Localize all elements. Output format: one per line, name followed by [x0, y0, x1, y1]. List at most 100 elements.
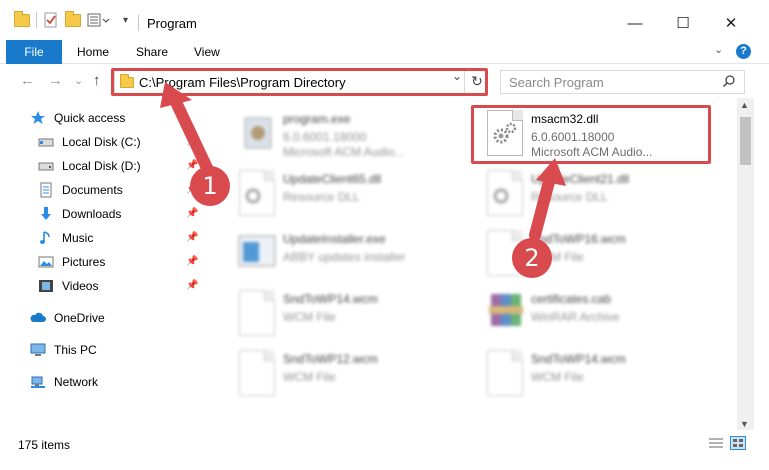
- search-box[interactable]: Search Program: [500, 70, 745, 94]
- minimize-button[interactable]: —: [612, 8, 658, 38]
- sidebar-item-label: Music: [62, 231, 94, 245]
- file-type: Resource DLL: [283, 190, 360, 204]
- scroll-up-icon[interactable]: ▲: [740, 100, 749, 110]
- file-item[interactable]: certificates.cab WinRAR Archive: [473, 284, 723, 340]
- cloud-icon: [30, 310, 46, 326]
- close-button[interactable]: ✕: [708, 8, 754, 38]
- file-item[interactable]: UpdateInstaller.exe ABBY updates install…: [225, 224, 475, 280]
- file-icon: [235, 288, 279, 338]
- status-bar: 175 items: [0, 432, 769, 470]
- sidebar-item-label: This PC: [54, 343, 97, 357]
- sidebar-item-label: Local Disk (D:): [62, 159, 141, 173]
- file-type: WCM File: [283, 370, 336, 384]
- tab-view[interactable]: View: [194, 45, 220, 59]
- sidebar-item-music[interactable]: Music: [38, 227, 93, 249]
- address-dropdown-icon[interactable]: ⌄: [452, 69, 462, 83]
- drive-icon: [38, 158, 54, 174]
- search-icon: [722, 74, 736, 91]
- sidebar-item-local-disk-c[interactable]: Local Disk (C:): [38, 131, 141, 153]
- file-item[interactable]: UpdateClient21.dll Resource DLL: [473, 164, 723, 220]
- folder-icon: [14, 10, 30, 27]
- properties-icon[interactable]: [43, 12, 59, 28]
- file-version: 6.0.6001.18000: [283, 130, 367, 144]
- window-title: Program: [147, 16, 197, 31]
- file-type: WinRAR Archive: [531, 310, 620, 324]
- scrollbar-thumb[interactable]: [740, 117, 751, 165]
- file-item[interactable]: SndToWP12.wcm WCM File: [225, 344, 475, 400]
- file-name: msacm32.dll: [531, 112, 599, 126]
- back-button[interactable]: ←: [20, 72, 35, 89]
- file-item[interactable]: UpdateClient65.dll Resource DLL: [225, 164, 475, 220]
- network-icon: [30, 374, 46, 390]
- downloads-icon: [38, 206, 54, 222]
- sidebar-item-pictures[interactable]: Pictures: [38, 251, 105, 273]
- file-type: WCM File: [531, 370, 584, 384]
- tab-share[interactable]: Share: [136, 45, 168, 59]
- large-icons-view-icon[interactable]: [730, 436, 746, 450]
- address-bar[interactable]: C:\Program Files\Program Directory: [114, 70, 465, 94]
- sidebar-item-label: Local Disk (C:): [62, 135, 141, 149]
- file-item[interactable]: program.exe 6.0.6001.18000 Microsoft ACM…: [225, 104, 475, 160]
- file-name: program.exe: [283, 112, 351, 126]
- tab-file[interactable]: File: [6, 40, 62, 64]
- pc-icon: [30, 342, 46, 358]
- pin-icon[interactable]: 📌: [186, 232, 198, 243]
- maximize-button[interactable]: ☐: [660, 8, 706, 38]
- sidebar-item-downloads[interactable]: Downloads: [38, 203, 121, 225]
- sidebar-item-this-pc[interactable]: This PC: [30, 339, 97, 361]
- recent-locations-button[interactable]: ⌄: [74, 74, 83, 87]
- drive-icon: [38, 134, 54, 150]
- sidebar-item-label: Downloads: [62, 207, 122, 221]
- step-2-badge: 2: [512, 238, 552, 278]
- file-item-msacm32[interactable]: msacm32.dll 6.0.6001.18000 Microsoft ACM…: [473, 104, 723, 160]
- file-item[interactable]: SndToWP14.wcm WCM File: [473, 344, 723, 400]
- toolbar-divider: [36, 12, 37, 28]
- search-input[interactable]: Search Program: [509, 75, 604, 90]
- star-icon: [30, 110, 46, 126]
- file-description: Microsoft ACM Audio...: [283, 145, 405, 159]
- dll-gear-icon: [235, 168, 279, 218]
- scroll-down-icon[interactable]: ▼: [740, 419, 749, 429]
- sidebar-item-videos[interactable]: Videos: [38, 275, 98, 297]
- file-icon: [235, 348, 279, 398]
- tab-home[interactable]: Home: [77, 45, 109, 59]
- file-item[interactable]: SndToWP16.wcm WCM File: [473, 224, 723, 280]
- sidebar-item-documents[interactable]: Documents: [38, 179, 123, 201]
- documents-icon: [38, 182, 54, 198]
- title-bar: ▾ Program — ☐ ✕: [0, 0, 769, 40]
- file-item[interactable]: SndToWP14.wcm WCM File: [225, 284, 475, 340]
- file-name: SndToWP12.wcm: [283, 352, 378, 366]
- pin-icon[interactable]: 📌: [186, 136, 198, 147]
- sidebar-item-label: Videos: [62, 279, 99, 293]
- details-view-icon[interactable]: [708, 436, 724, 450]
- pin-icon[interactable]: 📌: [186, 280, 198, 291]
- step-1-badge: 1: [190, 166, 230, 206]
- item-count: 175 items: [18, 438, 71, 452]
- help-icon[interactable]: ?: [736, 44, 751, 59]
- forward-button[interactable]: →: [48, 72, 63, 89]
- refresh-button[interactable]: ↻: [467, 70, 487, 94]
- sidebar-item-label: Quick access: [54, 111, 126, 125]
- up-button[interactable]: ↑: [93, 72, 101, 89]
- pin-icon[interactable]: 📌: [186, 208, 198, 219]
- expand-ribbon-icon[interactable]: ⌄: [714, 43, 723, 56]
- new-folder-icon[interactable]: [65, 10, 81, 27]
- ribbon-tabs: File Home Share View ⌄ ?: [0, 40, 769, 64]
- file-description: Microsoft ACM Audio...: [531, 145, 653, 159]
- file-type: ABBY updates installer: [283, 250, 406, 264]
- customize-toolbar-icon[interactable]: [87, 12, 110, 28]
- sidebar-item-quick-access[interactable]: Quick access: [30, 107, 125, 129]
- sidebar-item-local-disk-d[interactable]: Local Disk (D:): [38, 155, 141, 177]
- pictures-icon: [38, 254, 54, 270]
- quick-access-toolbar: ▾: [14, 10, 128, 28]
- folder-icon: [120, 74, 134, 88]
- address-path: C:\Program Files\Program Directory: [139, 75, 346, 90]
- music-icon: [38, 230, 54, 246]
- sidebar-item-onedrive[interactable]: OneDrive: [30, 307, 105, 329]
- chevron-down-icon[interactable]: ▾: [123, 15, 128, 26]
- pin-icon[interactable]: 📌: [186, 256, 198, 267]
- sidebar-item-label: OneDrive: [54, 311, 105, 325]
- file-icon: [483, 348, 527, 398]
- sidebar-item-network[interactable]: Network: [30, 371, 98, 393]
- dll-gear-icon: [483, 108, 527, 158]
